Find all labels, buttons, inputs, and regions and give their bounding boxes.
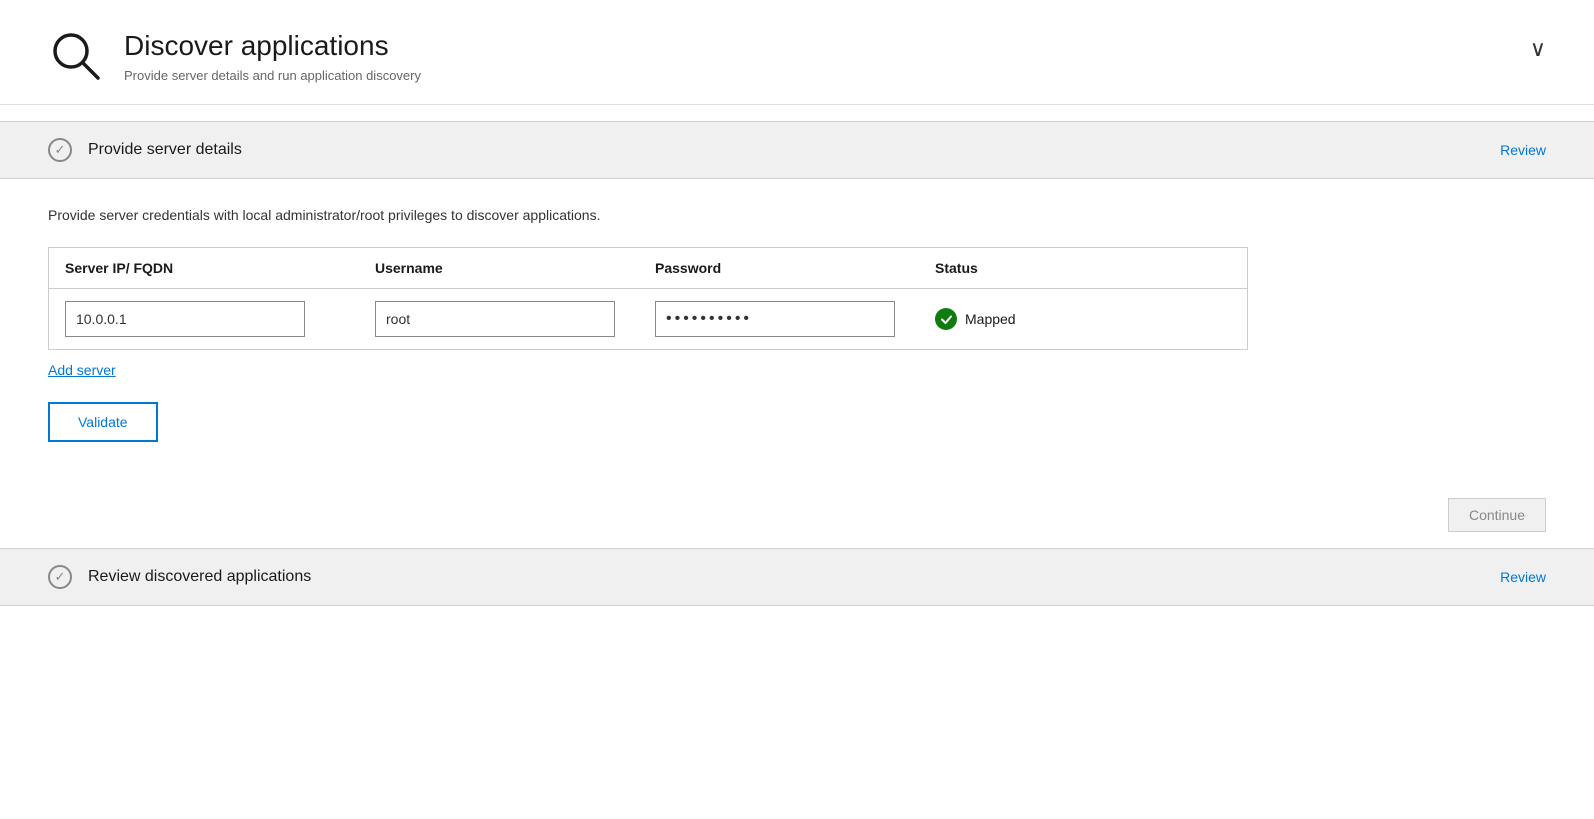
col-header-username: Username: [375, 260, 655, 276]
section1-header: ✓ Provide server details Review: [0, 121, 1594, 179]
search-icon: [48, 28, 104, 84]
col-header-status: Status: [935, 260, 1185, 276]
credentials-table: Server IP/ FQDN Username Password Status: [48, 247, 1248, 350]
section2-title: Review discovered applications: [88, 568, 311, 586]
section2-check-icon: ✓: [48, 565, 72, 589]
col-header-password: Password: [655, 260, 935, 276]
section1-title: Provide server details: [88, 141, 242, 159]
status-label: Mapped: [965, 311, 1016, 327]
table-header-row: Server IP/ FQDN Username Password Status: [49, 248, 1247, 289]
credentials-description: Provide server credentials with local ad…: [48, 207, 1546, 223]
page-header: Discover applications Provide server det…: [0, 0, 1594, 105]
header-left: Discover applications Provide server det…: [48, 28, 421, 84]
page-title: Discover applications: [124, 30, 421, 62]
section2-header: ✓ Review discovered applications Review: [0, 548, 1594, 606]
section2-header-left: ✓ Review discovered applications: [48, 565, 311, 589]
continue-button[interactable]: Continue: [1448, 498, 1546, 532]
chevron-down-icon[interactable]: ∨: [1530, 28, 1546, 62]
bottom-actions: Continue: [0, 498, 1594, 532]
add-server-link[interactable]: Add server: [48, 362, 116, 378]
username-cell: [375, 301, 655, 337]
password-input[interactable]: [655, 301, 895, 337]
validate-button[interactable]: Validate: [48, 402, 158, 442]
table-row: Mapped: [49, 289, 1247, 349]
col-header-server-ip: Server IP/ FQDN: [65, 260, 375, 276]
section-review-apps: ✓ Review discovered applications Review: [0, 548, 1594, 606]
server-ip-input[interactable]: [65, 301, 305, 337]
section2-review-link[interactable]: Review: [1500, 569, 1546, 585]
page-subtitle: Provide server details and run applicati…: [124, 68, 421, 83]
page-container: Discover applications Provide server det…: [0, 0, 1594, 819]
section1-review-link[interactable]: Review: [1500, 142, 1546, 158]
status-mapped-icon: [935, 308, 957, 330]
username-input[interactable]: [375, 301, 615, 337]
password-cell: [655, 301, 935, 337]
header-text: Discover applications Provide server det…: [124, 30, 421, 83]
section-provide-server: ✓ Provide server details Review Provide …: [0, 121, 1594, 532]
section1-content: Provide server credentials with local ad…: [0, 179, 1594, 474]
status-cell: Mapped: [935, 308, 1185, 330]
validate-button-container: Validate: [48, 378, 1546, 442]
section1-header-left: ✓ Provide server details: [48, 138, 242, 162]
server-ip-cell: [65, 301, 375, 337]
section1-check-icon: ✓: [48, 138, 72, 162]
